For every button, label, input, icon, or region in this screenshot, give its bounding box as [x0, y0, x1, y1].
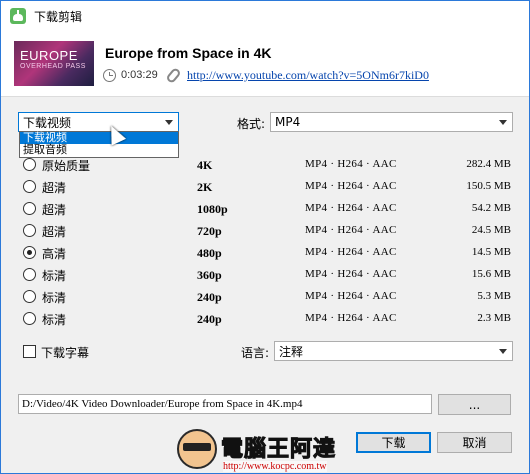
quality-format: MP4 · H264 · AAC	[305, 158, 397, 170]
quality-label: 标清	[42, 291, 67, 305]
quality-option-row[interactable]: 超清 1080p MP4 · H264 · AAC 54.2 MB	[21, 198, 517, 220]
quality-radio-selected[interactable]	[23, 246, 36, 259]
quality-format: MP4 · H264 · AAC	[305, 202, 397, 214]
mascot-face-icon	[177, 429, 217, 469]
quality-format: MP4 · H264 · AAC	[305, 268, 397, 280]
option-extract-audio[interactable]: 提取音频	[20, 144, 178, 156]
subtitle-language-select[interactable]: 注释	[274, 341, 513, 361]
quality-format: MP4 · H264 · AAC	[305, 224, 397, 236]
quality-label: 标清	[42, 313, 67, 327]
download-subtitles-label: 下载字幕	[41, 346, 90, 360]
cancel-button[interactable]: 取消	[437, 432, 512, 453]
quality-option-row[interactable]: 超清 2K MP4 · H264 · AAC 150.5 MB	[21, 176, 517, 198]
quality-resolution: 4K	[197, 158, 213, 172]
download-type-select[interactable]: 下载视频	[18, 112, 179, 132]
quality-label: 超清	[42, 181, 67, 195]
quality-size: 54.2 MB	[471, 202, 511, 214]
video-url-link[interactable]: http://www.youtube.com/watch?v=5ONm6r7ki…	[187, 68, 429, 83]
quality-label: 原始质量	[42, 159, 91, 173]
format-value: MP4	[275, 115, 301, 129]
quality-option-row[interactable]: 标清 240p MP4 · H264 · AAC 2.3 MB	[21, 308, 517, 330]
subtitle-language-value: 注释	[279, 344, 304, 359]
video-thumbnail: EUROPE OVERHEAD PASS	[14, 41, 94, 86]
quality-option-row[interactable]: 标清 240p MP4 · H264 · AAC 5.3 MB	[21, 286, 517, 308]
quality-resolution: 2K	[197, 180, 213, 194]
format-label: 格式:	[237, 117, 266, 131]
window-title: 下载剪辑	[34, 9, 83, 24]
quality-resolution: 480p	[197, 246, 222, 260]
chevron-down-icon	[499, 349, 507, 354]
chevron-down-icon	[499, 120, 507, 125]
quality-resolution: 240p	[197, 290, 222, 304]
quality-radio[interactable]	[23, 268, 36, 281]
browse-button[interactable]: ...	[438, 394, 511, 415]
quality-size: 150.5 MB	[466, 180, 511, 192]
quality-resolution: 360p	[197, 268, 222, 282]
watermark-text: 電腦王阿達	[220, 437, 337, 463]
quality-option-row[interactable]: 超清 720p MP4 · H264 · AAC 24.5 MB	[21, 220, 517, 242]
app-download-icon	[10, 8, 26, 24]
format-select[interactable]: MP4	[270, 112, 513, 132]
quality-size: 5.3 MB	[477, 290, 511, 302]
video-title: Europe from Space in 4K	[105, 45, 272, 61]
thumbnail-title: EUROPE	[20, 48, 78, 63]
quality-option-row[interactable]: 标清 360p MP4 · H264 · AAC 15.6 MB	[21, 264, 517, 286]
link-icon	[165, 66, 182, 85]
quality-label: 标清	[42, 269, 67, 283]
quality-resolution: 1080p	[197, 202, 228, 216]
clock-icon	[103, 69, 116, 82]
watermark-logo: 電腦王阿達 http://www.kocpc.com.tw	[177, 425, 357, 473]
output-path-field[interactable]: D:/Video/4K Video Downloader/Europe from…	[18, 394, 432, 414]
quality-size: 24.5 MB	[471, 224, 511, 236]
chevron-down-icon	[165, 120, 173, 125]
quality-radio[interactable]	[23, 202, 36, 215]
language-label: 语言:	[241, 346, 270, 360]
quality-size: 282.4 MB	[466, 158, 511, 170]
output-path-value: D:/Video/4K Video Downloader/Europe from…	[22, 398, 303, 410]
video-info-panel: EUROPE OVERHEAD PASS Europe from Space i…	[1, 31, 529, 97]
quality-label: 超清	[42, 225, 67, 239]
title-bar[interactable]: 下载剪辑	[1, 1, 529, 31]
quality-format: MP4 · H264 · AAC	[305, 246, 397, 258]
quality-radio[interactable]	[23, 224, 36, 237]
quality-resolution: 240p	[197, 312, 222, 326]
quality-size: 15.6 MB	[471, 268, 511, 280]
download-type-value: 下载视频	[23, 115, 72, 130]
download-clip-dialog: 下载剪辑 EUROPE OVERHEAD PASS Europe from Sp…	[0, 0, 530, 474]
quality-radio[interactable]	[23, 290, 36, 303]
thumbnail-subtitle: OVERHEAD PASS	[20, 63, 86, 70]
quality-size: 14.5 MB	[471, 246, 511, 258]
quality-label: 超清	[42, 203, 67, 217]
quality-radio[interactable]	[23, 180, 36, 193]
quality-option-row[interactable]: 高清 480p MP4 · H264 · AAC 14.5 MB	[21, 242, 517, 264]
quality-format: MP4 · H264 · AAC	[305, 180, 397, 192]
quality-radio[interactable]	[23, 312, 36, 325]
quality-format: MP4 · H264 · AAC	[305, 312, 397, 324]
quality-size: 2.3 MB	[477, 312, 511, 324]
download-subtitles-checkbox[interactable]	[23, 345, 36, 358]
watermark-url: http://www.kocpc.com.tw	[223, 461, 327, 472]
download-button[interactable]: 下载	[356, 432, 431, 453]
quality-resolution: 720p	[197, 224, 222, 238]
download-type-dropdown: 下载视频 提取音频	[19, 131, 179, 158]
quality-format: MP4 · H264 · AAC	[305, 290, 397, 302]
quality-radio[interactable]	[23, 158, 36, 171]
quality-label: 高清	[42, 247, 67, 261]
video-duration: 0:03:29	[121, 69, 158, 81]
